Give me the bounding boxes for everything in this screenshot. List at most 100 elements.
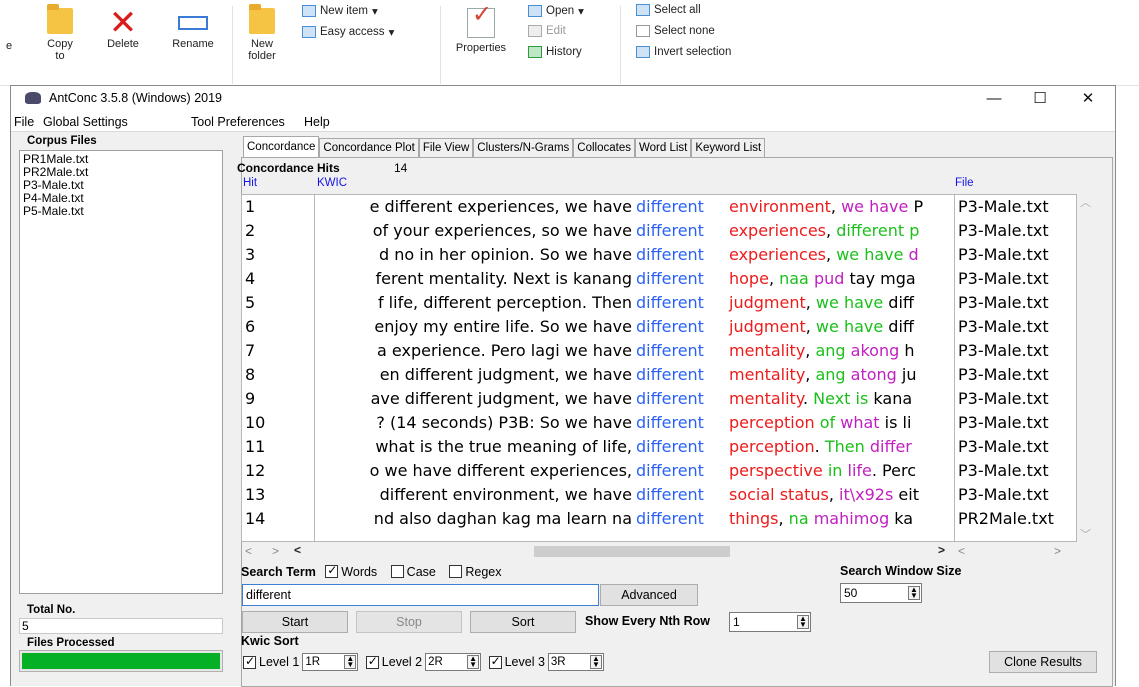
easy-access-button[interactable]: Easy access ▾ — [302, 25, 394, 39]
file-scroll-right-icon[interactable]: > — [1054, 544, 1061, 558]
regex-check-icon[interactable] — [449, 565, 463, 578]
case-checkbox[interactable]: Case — [390, 565, 436, 579]
clone-results-button[interactable]: Clone Results — [989, 651, 1097, 673]
level-2-spinner[interactable]: 2R ▲ ▼ — [425, 653, 482, 671]
level-1-spinner[interactable]: 1R ▲ ▼ — [302, 653, 359, 671]
kwic-line[interactable]: nd also daghan kag ma learn na different t… — [316, 507, 954, 531]
scroll-left-icon[interactable]: < — [245, 544, 252, 558]
column-header-hit[interactable]: Hit — [243, 177, 257, 189]
kwic-keyword[interactable]: different — [636, 507, 704, 531]
start-button[interactable]: Start — [242, 611, 348, 633]
copy-to-button[interactable]: Copy to — [38, 4, 82, 62]
history-button[interactable]: History — [528, 46, 582, 58]
kwic-keyword[interactable]: different — [636, 459, 704, 483]
menu-help[interactable]: Help — [304, 115, 330, 129]
kwic-keyword[interactable]: different — [636, 387, 704, 411]
spinner-arrows-icon[interactable]: ▲ ▼ — [344, 655, 357, 669]
title-bar[interactable]: AntConc 3.5.8 (Windows) 2019 — ☐ ✕ — [11, 86, 1115, 112]
kwic-line[interactable]: what is the true meaning of life, differe… — [316, 435, 954, 459]
level-3-spinner[interactable]: 3R ▲ ▼ — [547, 653, 604, 671]
kwic-line[interactable]: o we have different experiences, differen… — [316, 459, 954, 483]
minimize-button[interactable]: — — [971, 86, 1017, 112]
kwic-keyword[interactable]: different — [636, 243, 704, 267]
open-button[interactable]: Open ▾ — [528, 4, 584, 18]
case-check-icon[interactable] — [390, 565, 404, 578]
kwic-line[interactable]: d no in her opinion. So we have different… — [316, 243, 954, 267]
corpus-file-item[interactable]: P5-Male.txt — [23, 205, 219, 218]
select-none-button[interactable]: Select none — [636, 25, 715, 37]
advanced-button[interactable]: Advanced — [600, 584, 698, 606]
tab-word-list[interactable]: Word List — [635, 138, 692, 157]
tab-file-view[interactable]: File View — [418, 138, 474, 157]
tab-collocates[interactable]: Collocates — [573, 138, 635, 157]
kwic-keyword[interactable]: different — [636, 411, 704, 435]
level-2-sort[interactable]: Level 2 2R ▲▼ — [365, 653, 482, 671]
level-1-check-icon[interactable] — [243, 654, 256, 669]
tab-concordance-plot[interactable]: Concordance Plot — [319, 138, 419, 157]
file-scroll-left-icon[interactable]: < — [958, 544, 965, 558]
rename-button[interactable]: Rename — [162, 8, 224, 50]
level-3-sort[interactable]: Level 3 3R ▲▼ — [488, 653, 604, 671]
close-button[interactable]: ✕ — [1065, 86, 1111, 112]
spinner-arrows-icon[interactable]: ▲ ▼ — [797, 615, 809, 629]
maximize-button[interactable]: ☐ — [1017, 86, 1063, 112]
tab-concordance[interactable]: Concordance — [243, 136, 320, 157]
horizontal-scrollbar[interactable]: < > < > < > — [242, 543, 1094, 560]
menu-global-settings[interactable]: Global Settings — [43, 115, 128, 129]
kwic-keyword[interactable]: different — [636, 219, 704, 243]
kwic-line[interactable]: ave different judgment, we have different… — [316, 387, 954, 411]
delete-button[interactable]: ✕ Delete — [100, 6, 146, 50]
stop-button[interactable]: Stop — [356, 611, 462, 633]
new-folder-button[interactable]: New folder — [242, 4, 282, 62]
kwic-line[interactable]: f life, different perception. Then differ… — [316, 291, 954, 315]
sort-button[interactable]: Sort — [470, 611, 576, 633]
words-check-icon[interactable] — [325, 563, 339, 578]
invert-selection-button[interactable]: Invert selection — [636, 46, 731, 58]
search-window-size-spinner[interactable]: 50 ▲ ▼ — [840, 583, 922, 603]
scroll-up-icon[interactable]: ︿ — [1077, 194, 1094, 210]
column-header-file[interactable]: File — [955, 177, 974, 189]
level-1-sort[interactable]: Level 1 1R ▲▼ — [243, 653, 359, 671]
menu-tool-preferences[interactable]: Tool Preferences — [191, 115, 285, 129]
kwic-keyword[interactable]: different — [636, 363, 704, 387]
tab-clusters-ngrams[interactable]: Clusters/N-Grams — [473, 138, 574, 157]
kwic-keyword[interactable]: different — [636, 435, 704, 459]
regex-checkbox[interactable]: Regex — [449, 565, 501, 579]
kwic-line[interactable]: ? (14 seconds) P3B: So we have different p… — [316, 411, 954, 435]
level-2-check-icon[interactable] — [365, 654, 379, 669]
column-header-kwic[interactable]: KWIC — [317, 177, 347, 189]
nth-row-spinner[interactable]: 1 ▲ ▼ — [729, 612, 811, 632]
kwic-scroll-right-icon[interactable]: > — [938, 543, 945, 557]
words-checkbox[interactable]: Words — [325, 563, 377, 579]
new-item-button[interactable]: New item ▾ — [302, 4, 378, 18]
scroll-right-icon[interactable]: > — [272, 544, 279, 558]
scroll-thumb[interactable] — [534, 546, 730, 557]
properties-button[interactable]: Properties — [446, 8, 516, 54]
kwic-line[interactable]: a experience. Pero lagi we have different… — [316, 339, 954, 363]
kwic-keyword[interactable]: different — [636, 315, 704, 339]
kwic-keyword[interactable]: different — [636, 339, 704, 363]
kwic-keyword[interactable]: different — [636, 291, 704, 315]
menu-file[interactable]: File — [14, 115, 34, 129]
concordance-results-table[interactable]: 1 2 3 4 5 6 7 8 9 10 11 12 13 14 e different experien… — [241, 194, 1077, 542]
kwic-line[interactable]: en different judgment, we have different m… — [316, 363, 954, 387]
corpus-files-list[interactable]: PR1Male.txt PR2Male.txt P3-Male.txt P4-M… — [19, 150, 223, 594]
kwic-keyword[interactable]: different — [636, 267, 704, 291]
kwic-keyword[interactable]: different — [636, 483, 704, 507]
spinner-arrows-icon[interactable]: ▲ ▼ — [589, 655, 602, 669]
level-3-check-icon[interactable] — [488, 654, 502, 669]
kwic-line[interactable]: enjoy my entire life. So we have differen… — [316, 315, 954, 339]
tab-keyword-list[interactable]: Keyword List — [691, 138, 766, 157]
scroll-down-icon[interactable]: ﹀ — [1077, 526, 1094, 542]
kwic-keyword[interactable]: different — [636, 195, 704, 219]
spinner-arrows-icon[interactable]: ▲ ▼ — [908, 586, 920, 600]
kwic-scroll-left-icon[interactable]: < — [294, 543, 301, 557]
select-all-button[interactable]: Select all — [636, 4, 701, 16]
vertical-scrollbar[interactable]: ︿ ﹀ — [1077, 194, 1094, 542]
kwic-line[interactable]: ferent mentality. Next is kanang differen… — [316, 267, 954, 291]
kwic-line[interactable]: different environment, we have different s… — [316, 483, 954, 507]
kwic-line[interactable]: of your experiences, so we have different… — [316, 219, 954, 243]
spinner-arrows-icon[interactable]: ▲ ▼ — [467, 655, 480, 669]
kwic-line[interactable]: e different experiences, we have differen… — [316, 195, 954, 219]
edit-button[interactable]: Edit — [528, 25, 566, 37]
